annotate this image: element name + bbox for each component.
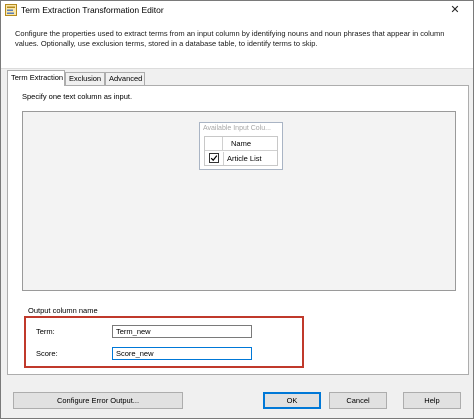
tab-exclusion[interactable]: Exclusion (65, 72, 105, 85)
grid-cell-divider (223, 152, 224, 165)
instruction-text: Specify one text column as input. (22, 92, 133, 101)
ok-button[interactable]: OK (263, 392, 321, 409)
term-label: Term: (36, 327, 55, 336)
tab-content-term-extraction: Specify one text column as input. Availa… (7, 85, 469, 375)
input-column-canvas: Available Input Colu... Name Article Lis… (22, 111, 456, 291)
description-panel: Configure the properties used to extract… (1, 19, 473, 69)
window-title: Term Extraction Transformation Editor (21, 5, 164, 15)
term-input[interactable] (112, 325, 252, 338)
input-columns-grid: Name Article List (204, 136, 278, 166)
tab-term-extraction[interactable]: Term Extraction (7, 70, 65, 86)
article-list-checkbox[interactable] (209, 153, 219, 163)
output-column-group-title: Output column name (28, 306, 98, 315)
name-column-header: Name (231, 139, 252, 148)
configure-error-output-button[interactable]: Configure Error Output... (13, 392, 183, 409)
input-column-row[interactable]: Article List (205, 152, 277, 165)
grid-corner-cell (205, 137, 223, 150)
available-input-columns-title: Available Input Colu... (200, 123, 282, 135)
description-text: Configure the properties used to extract… (15, 29, 445, 48)
grid-header-row: Name (205, 137, 277, 151)
score-input[interactable] (112, 347, 252, 360)
available-input-columns-box[interactable]: Available Input Colu... Name Article Lis… (199, 122, 283, 170)
dialog-window: Term Extraction Transformation Editor ✕ … (0, 0, 474, 419)
cancel-button[interactable]: Cancel (329, 392, 387, 409)
ssis-transform-icon (5, 4, 17, 16)
title-bar: Term Extraction Transformation Editor ✕ (1, 1, 473, 19)
checkmark-icon (210, 155, 218, 162)
output-column-group: Output column name Term: Score: (22, 306, 456, 372)
close-icon[interactable]: ✕ (441, 2, 469, 18)
score-label: Score: (36, 349, 58, 358)
article-list-label: Article List (227, 154, 262, 163)
help-button[interactable]: Help (403, 392, 461, 409)
tab-advanced[interactable]: Advanced (105, 72, 145, 85)
output-fields-highlight: Term: Score: (24, 316, 304, 368)
dialog-footer: Configure Error Output... OK Cancel Help (1, 383, 473, 418)
